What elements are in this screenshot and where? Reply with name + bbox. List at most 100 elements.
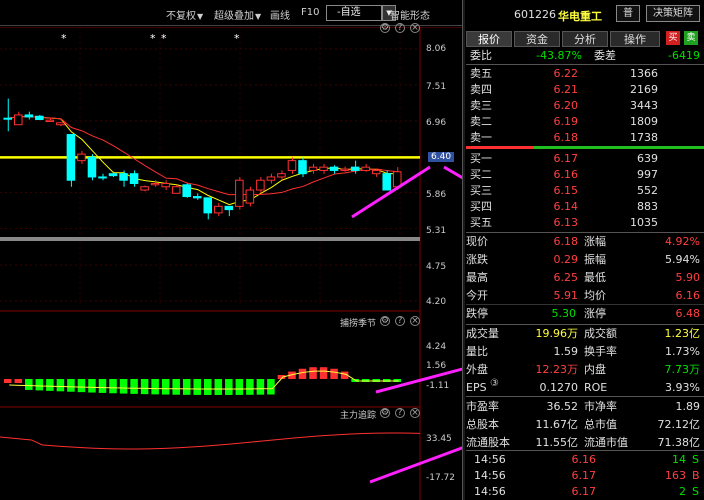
kline-chart[interactable]	[0, 27, 462, 500]
bid-row[interactable]: 买三 6.15 552	[466, 183, 704, 199]
bid-row[interactable]: 买一 6.17 639	[466, 151, 704, 167]
stat-row: 外盘 12.23万 内盘 7.73万	[466, 362, 704, 378]
ask-level-label: 卖三	[470, 99, 492, 112]
bid-volume: 997	[637, 168, 658, 181]
tab-analysis[interactable]: 分析	[562, 31, 608, 47]
indicator1-name[interactable]: 捕捞季节	[340, 316, 376, 329]
close-icon[interactable]: ×	[410, 23, 420, 33]
stat-label: 振幅	[584, 253, 606, 266]
pu-button[interactable]: 普	[616, 5, 640, 22]
ask-row[interactable]: 卖三 6.20 3443	[466, 98, 704, 114]
candle-body	[224, 205, 234, 211]
ask-row[interactable]: 卖二 6.19 1809	[466, 114, 704, 130]
stat-label: 今开	[466, 289, 488, 302]
settings-icon[interactable]: ⚙	[380, 23, 390, 33]
stat-row: 量比 1.59 换手率 1.73%	[466, 344, 704, 360]
help-icon[interactable]: ?	[395, 23, 405, 33]
candle-body	[308, 166, 318, 171]
overlay-dropdown[interactable]: 超级叠加▼	[214, 7, 261, 22]
ask-row[interactable]: 卖四 6.21 2169	[466, 82, 704, 98]
close-icon[interactable]: ×	[410, 408, 420, 418]
stat-row: 现价 6.18 涨幅 4.92%	[466, 234, 704, 250]
indicator1-bar	[246, 379, 254, 395]
f10-button[interactable]: F10	[301, 7, 319, 18]
ask-strength-bar	[466, 146, 534, 149]
indicator1-bar	[56, 379, 65, 392]
divider	[466, 324, 704, 325]
sell-icon[interactable]: 卖	[684, 31, 698, 45]
stat-value: 19.96万	[535, 327, 579, 340]
draw-line-button[interactable]: 画线	[270, 7, 290, 22]
indicator1-bar	[172, 379, 180, 395]
stock-code: 601226	[514, 8, 556, 21]
candle-body	[392, 171, 402, 188]
help-icon[interactable]: ?	[395, 316, 405, 326]
buy-icon[interactable]: 买	[666, 31, 680, 45]
decision-matrix-button[interactable]: 决策矩阵	[646, 5, 700, 22]
stat-value: 5.91	[553, 289, 579, 302]
price-tick: 8.06	[426, 44, 447, 54]
indicator1-bar	[151, 379, 159, 395]
stat-label: 涨幅	[584, 235, 606, 248]
stat-row: 涨跌 0.29 振幅 5.94%	[466, 252, 704, 268]
indicator1-bar	[140, 379, 149, 395]
bid-row[interactable]: 买二 6.16 997	[466, 167, 704, 183]
candle-body	[119, 173, 128, 181]
bid-volume: 552	[637, 184, 658, 197]
indicator1-bar	[193, 379, 201, 395]
stat-value: 1.23亿	[664, 327, 701, 340]
stat-value: 6.16	[675, 289, 701, 302]
candle-body	[298, 160, 307, 175]
ask-row[interactable]: 卖一 6.18 1738	[466, 130, 704, 146]
panel-divider[interactable]	[462, 0, 465, 500]
smart-pattern-button[interactable]: 智能形态	[390, 7, 430, 22]
stat-value: 36.52	[546, 400, 579, 413]
stat-label: 市净率	[584, 400, 617, 413]
bid-row[interactable]: 买四 6.14 883	[466, 199, 704, 215]
indicator1-bar	[319, 367, 328, 379]
settings-icon[interactable]: ⚙	[380, 316, 390, 326]
stat-label: 量比	[466, 345, 488, 358]
tab-funds[interactable]: 资金	[514, 31, 560, 47]
tab-operation[interactable]: 操作	[610, 31, 660, 47]
ask-row[interactable]: 卖五 6.22 1366	[466, 66, 704, 82]
divider	[466, 64, 704, 65]
indicator1-bar	[4, 379, 12, 383]
indicator1-bar	[182, 379, 191, 395]
help-icon[interactable]: ?	[395, 408, 405, 418]
indicator1-bar	[225, 379, 233, 395]
candle-body	[98, 176, 107, 179]
watchlist-dropdown[interactable]: -自选 ▼	[326, 5, 396, 21]
stat-row: EPS 0.1270 ROE 3.93%	[466, 380, 704, 396]
stat-value: 1.59	[553, 345, 579, 358]
ask-volume: 3443	[630, 99, 658, 112]
candle-body	[35, 115, 44, 121]
bid-row[interactable]: 买五 6.13 1035	[466, 215, 704, 231]
fuquan-label: 不复权	[166, 11, 196, 22]
ask-level-label: 卖二	[470, 115, 492, 128]
candle-body	[192, 196, 202, 199]
close-icon[interactable]: ×	[410, 316, 420, 326]
price-tick: 7.51	[426, 82, 447, 92]
fuquan-dropdown[interactable]: 不复权▼	[166, 7, 203, 22]
stat-value: 0.1270	[539, 381, 579, 394]
stat-value: 7.73万	[664, 363, 701, 376]
stat-label: 市盈率	[466, 400, 499, 413]
settings-icon[interactable]: ⚙	[380, 408, 390, 418]
indicator1-bar	[235, 379, 244, 395]
candle-body	[150, 182, 160, 186]
bid-price: 6.15	[553, 184, 579, 197]
tick-row: 14:56 6.17 163 B	[466, 468, 704, 484]
stat-label: 换手率	[584, 345, 617, 358]
indicator2-name[interactable]: 主力追踪	[340, 408, 376, 421]
eps-info-icon[interactable]: ③	[490, 378, 499, 389]
candle-body	[140, 186, 149, 191]
stat-value: 6.18	[553, 235, 579, 248]
ask-price: 6.22	[553, 67, 579, 80]
tab-quote[interactable]: 报价	[466, 31, 512, 47]
candle-body	[108, 173, 118, 177]
bid-price: 6.13	[553, 216, 579, 229]
quote-panel: 601226 华电重工 普 决策矩阵 报价 资金 分析 操作 买 卖 委比 -4…	[466, 0, 704, 500]
stat-label: ROE	[584, 381, 608, 394]
price-tick: 5.86	[426, 190, 447, 200]
